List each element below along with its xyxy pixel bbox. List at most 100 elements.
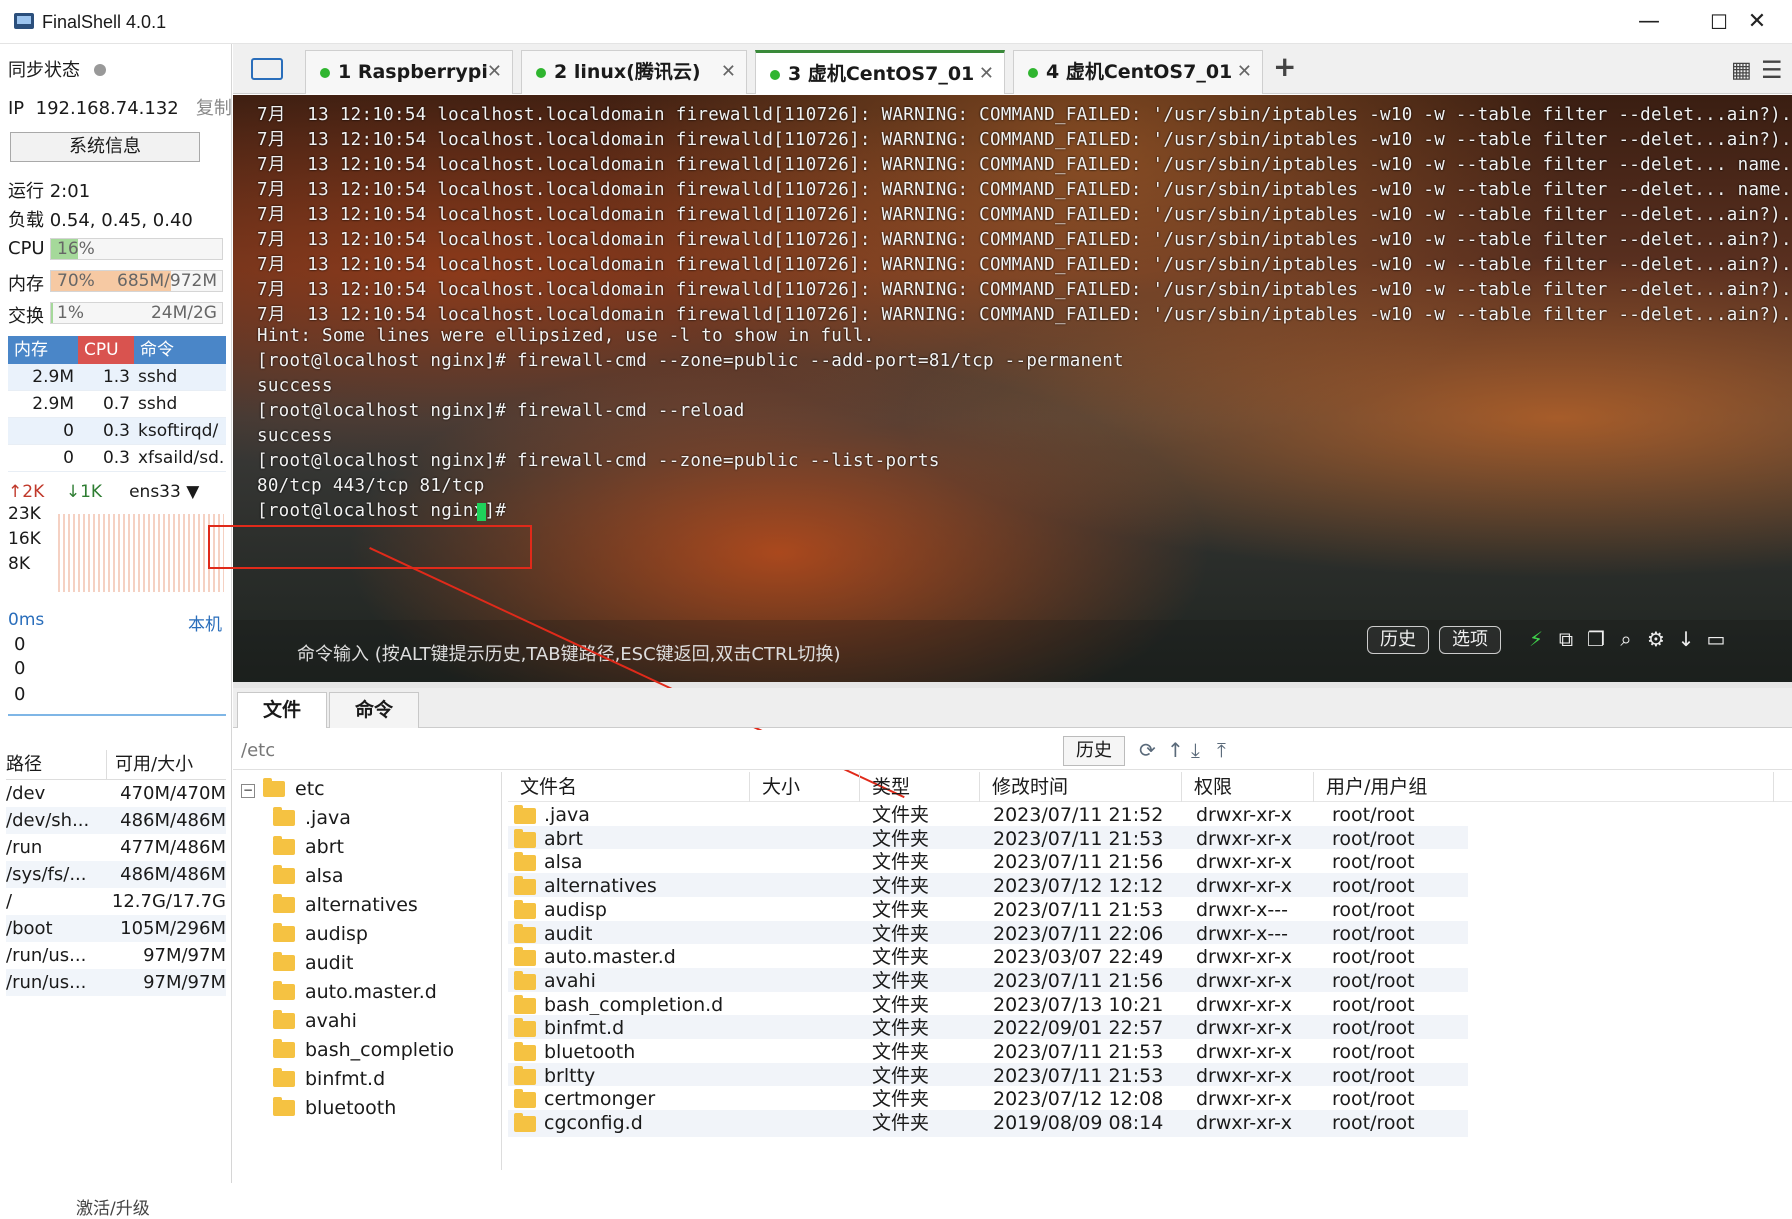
close-tab-icon[interactable]: ✕ <box>1237 51 1252 93</box>
refresh-icon[interactable]: ⟳ <box>1139 738 1156 762</box>
process-row[interactable]: 0 0.3 xfsaild/sd. <box>8 445 226 472</box>
add-tab-button[interactable]: + <box>1273 50 1296 83</box>
tree-item[interactable]: alsa <box>273 861 343 891</box>
tree-item[interactable]: avahi <box>273 1006 357 1036</box>
path-input[interactable]: /etc <box>241 740 275 761</box>
options-button[interactable]: 选项 <box>1439 626 1501 654</box>
activate-link[interactable]: 激活/升级 <box>76 1194 150 1219</box>
tree-item[interactable]: audit <box>273 948 353 978</box>
disk-col-path[interactable]: 路径 <box>6 750 106 779</box>
tree-item[interactable]: bluetooth <box>273 1093 396 1123</box>
network-graph <box>58 514 224 592</box>
disk-size: 486M/486M <box>120 864 226 885</box>
tree-item[interactable]: bash_completio <box>273 1035 454 1065</box>
up-dir-icon[interactable]: ↑ <box>1167 738 1184 762</box>
tab-raspberrypi[interactable]: 1 Raspberrypi ✕ <box>305 50 513 94</box>
tree-item[interactable]: alternatives <box>273 890 418 920</box>
tab-centos7-active[interactable]: 3 虚机CentOS7_01 ✕ <box>755 50 1005 94</box>
lightning-icon[interactable]: ⚡ <box>1523 626 1549 652</box>
close-tab-icon[interactable]: ✕ <box>721 51 736 93</box>
disk-row[interactable]: / 12.7G/17.7G <box>6 888 226 915</box>
process-row[interactable]: 2.9M 1.3 sshd <box>8 364 226 391</box>
disk-size: 97M/97M <box>143 945 226 966</box>
close-tab-icon[interactable]: ✕ <box>979 53 994 95</box>
folder-icon <box>514 923 536 943</box>
disk-path: /run/us... <box>6 972 87 993</box>
download-icon[interactable]: ⤓ <box>1191 738 1200 762</box>
path-history-button[interactable]: 历史 <box>1063 736 1125 766</box>
folder-icon <box>273 1068 295 1087</box>
disk-col-size[interactable]: 可用/大小 <box>106 750 226 779</box>
process-row[interactable]: 2.9M 0.7 sshd <box>8 391 226 418</box>
sysinfo-button[interactable]: 系统信息 <box>10 132 200 162</box>
paste-icon[interactable]: ❐ <box>1583 626 1609 652</box>
tab-files[interactable]: 文件 <box>237 692 327 728</box>
copy-icon[interactable]: ⧉ <box>1553 626 1579 652</box>
ping-target[interactable]: 本机 <box>188 610 222 635</box>
folder-icon <box>273 981 295 1000</box>
process-row[interactable]: 0 0.3 ksoftirqd/ <box>8 418 226 445</box>
grid-view-icon[interactable]: ▦ <box>1731 58 1752 83</box>
window-icon[interactable]: ▭ <box>1703 626 1729 652</box>
chevron-down-icon[interactable]: ▼ <box>186 482 199 502</box>
col-perm[interactable]: 权限 <box>1182 772 1314 802</box>
disk-row[interactable]: /run/us... 97M/97M <box>6 942 226 969</box>
tree-item[interactable]: binfmt.d <box>273 1064 385 1094</box>
proc-col-cpu[interactable]: CPU <box>78 336 134 364</box>
terminal-line: 7月 13 12:10:54 localhost.localdomain fir… <box>257 305 1792 325</box>
collapse-icon[interactable]: − <box>241 784 255 798</box>
folder-icon <box>273 923 295 942</box>
proc-col-mem[interactable]: 内存 <box>8 336 78 364</box>
disk-row[interactable]: /dev 470M/470M <box>6 780 226 807</box>
gear-icon[interactable]: ⚙ <box>1643 626 1669 652</box>
disk-path: /run/us... <box>6 945 87 966</box>
menu-icon[interactable]: ☰ <box>1761 56 1783 84</box>
disk-size: 470M/470M <box>120 783 226 804</box>
file-row[interactable]: cgconfig.d 文件夹 2019/08/09 08:14 drwxr-xr-x r… <box>508 1110 1468 1138</box>
file-mtime: 2019/08/09 08:14 <box>993 1112 1164 1135</box>
tree-item[interactable]: auto.master.d <box>273 977 437 1007</box>
disk-row[interactable]: /dev/sh... 486M/486M <box>6 807 226 834</box>
tab-commands[interactable]: 命令 <box>329 692 419 728</box>
arrow-down-icon[interactable]: ↓ <box>1673 626 1699 652</box>
tree-item[interactable]: .java <box>273 803 351 833</box>
disk-size: 12.7G/17.7G <box>111 891 226 912</box>
col-size[interactable]: 大小 <box>750 772 860 802</box>
minimize-button[interactable]: — <box>1614 0 1684 44</box>
col-type[interactable]: 类型 <box>860 772 980 802</box>
proc-col-cmd[interactable]: 命令 <box>134 336 226 364</box>
file-owner: root/root <box>1332 1112 1415 1135</box>
upload-icon[interactable]: ⤒ <box>1217 738 1226 762</box>
col-mtime[interactable]: 修改时间 <box>980 772 1182 802</box>
tab-linux-tencent[interactable]: 2 linux(腾讯云) ✕ <box>521 50 747 94</box>
terminal-line: 7月 13 12:10:54 localhost.localdomain fir… <box>257 180 1792 200</box>
disk-table: 路径 可用/大小 /dev 470M/470M/dev/sh... 486M/486M… <box>6 750 226 996</box>
copy-ip-button[interactable]: 复制 <box>196 98 232 119</box>
swap-label: 交换 <box>8 306 44 327</box>
col-owner[interactable]: 用户/用户组 <box>1314 772 1774 802</box>
tree-root[interactable]: − etc <box>241 774 325 804</box>
disk-row[interactable]: /sys/fs/... 486M/486M <box>6 861 226 888</box>
disk-row[interactable]: /boot 105M/296M <box>6 915 226 942</box>
session-tab-bar: 1 Raspberrypi ✕ 2 linux(腾讯云) ✕ 3 虚机CentOS7… <box>233 44 1792 94</box>
search-icon[interactable]: ⌕ <box>1613 626 1639 652</box>
history-button[interactable]: 历史 <box>1367 626 1429 654</box>
tree-item[interactable]: audisp <box>273 919 368 949</box>
close-button[interactable]: ✕ <box>1722 0 1792 44</box>
proc-mem: 2.9M <box>32 394 74 414</box>
net-interface-select[interactable]: ens33 <box>129 482 181 502</box>
folder-open-icon[interactable] <box>251 58 283 80</box>
mem-label: 内存 <box>8 274 44 295</box>
command-placeholder: 命令输入 (按ALT键提示历史,TAB键路径,ESC键返回,双击CTRL切换) <box>297 644 841 665</box>
terminal-line: 7月 13 12:10:54 localhost.localdomain fir… <box>257 230 1792 250</box>
disk-row[interactable]: /run/us... 97M/97M <box>6 969 226 996</box>
tab-centos7[interactable]: 4 虚机CentOS7_01 ✕ <box>1013 50 1263 94</box>
col-filename[interactable]: 文件名 <box>508 772 750 802</box>
tree-item[interactable]: abrt <box>273 832 344 862</box>
bottom-tab-bar: 文件 命令 <box>233 688 1792 728</box>
close-tab-icon[interactable]: ✕ <box>487 51 502 93</box>
disk-path: /dev/sh... <box>6 810 90 831</box>
tree-label: bash_completio <box>305 1039 455 1061</box>
proc-cmd: ksoftirqd/ <box>138 421 219 441</box>
disk-row[interactable]: /run 477M/486M <box>6 834 226 861</box>
